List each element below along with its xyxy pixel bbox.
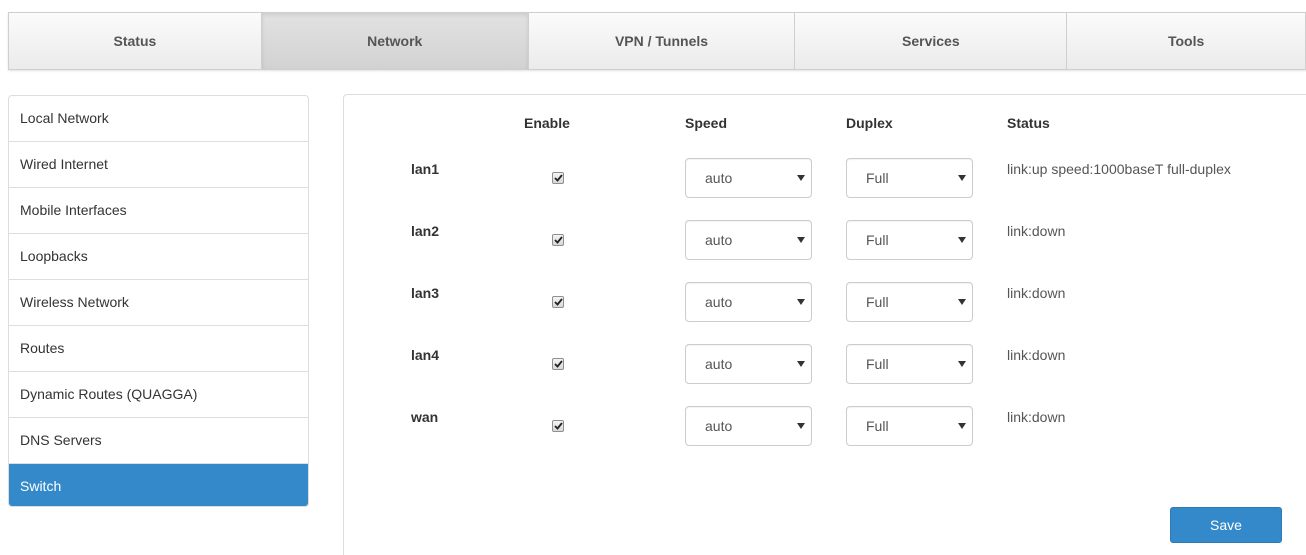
link-status: link:down [1007, 347, 1066, 363]
tab-vpn-tunnels[interactable]: VPN / Tunnels [529, 13, 796, 69]
sidebar-menu: Local Network Wired Internet Mobile Inte… [8, 95, 309, 507]
link-status: link:up speed:1000baseT full-duplex [1007, 161, 1231, 177]
speed-select-value: auto [705, 170, 733, 186]
column-header-speed: Speed [685, 115, 728, 131]
port-name: lan1 [411, 161, 440, 177]
dropdown-arrow-icon [958, 423, 966, 429]
column-header-status: Status [1007, 115, 1050, 131]
speed-select[interactable]: auto [685, 158, 812, 198]
sidebar-item-switch[interactable]: Switch [9, 464, 308, 506]
tab-tools[interactable]: Tools [1067, 13, 1306, 69]
sidebar-item-routes[interactable]: Routes [9, 326, 308, 372]
switch-settings-panel: Enable Speed Duplex Status lan1 auto Ful… [343, 94, 1306, 555]
duplex-select-value: Full [866, 356, 889, 372]
enable-checkbox[interactable] [552, 234, 564, 246]
table-row: lan3 auto Full link:down [344, 282, 1306, 322]
duplex-select[interactable]: Full [846, 220, 973, 260]
enable-checkbox[interactable] [552, 172, 564, 184]
top-navigation: Status Network VPN / Tunnels Services To… [8, 12, 1306, 70]
dropdown-arrow-icon [958, 361, 966, 367]
duplex-select[interactable]: Full [846, 158, 973, 198]
table-row: lan4 auto Full link:down [344, 344, 1306, 384]
column-header-duplex: Duplex [846, 115, 893, 131]
dropdown-arrow-icon [797, 299, 805, 305]
duplex-select[interactable]: Full [846, 406, 973, 446]
column-header-enable: Enable [524, 115, 570, 131]
checkmark-icon [553, 298, 563, 306]
speed-select-value: auto [705, 232, 733, 248]
enable-checkbox[interactable] [552, 420, 564, 432]
duplex-select-value: Full [866, 294, 889, 310]
dropdown-arrow-icon [958, 175, 966, 181]
tab-status[interactable]: Status [9, 13, 262, 69]
sidebar-item-wireless-network[interactable]: Wireless Network [9, 280, 308, 326]
dropdown-arrow-icon [958, 237, 966, 243]
duplex-select-value: Full [866, 418, 889, 434]
speed-select-value: auto [705, 356, 733, 372]
sidebar-item-dns-servers[interactable]: DNS Servers [9, 418, 308, 464]
port-name: lan2 [411, 223, 440, 239]
speed-select-value: auto [705, 418, 733, 434]
port-name: lan3 [411, 285, 440, 301]
router-config-page: Status Network VPN / Tunnels Services To… [0, 0, 1306, 555]
dropdown-arrow-icon [797, 361, 805, 367]
link-status: link:down [1007, 223, 1066, 239]
speed-select[interactable]: auto [685, 220, 812, 260]
sidebar-item-wired-internet[interactable]: Wired Internet [9, 142, 308, 188]
checkmark-icon [553, 422, 563, 430]
table-row: wan auto Full link:down [344, 406, 1306, 446]
port-name: wan [411, 409, 439, 425]
speed-select[interactable]: auto [685, 406, 812, 446]
table-row: lan2 auto Full link:down [344, 220, 1306, 260]
duplex-select[interactable]: Full [846, 344, 973, 384]
dropdown-arrow-icon [958, 299, 966, 305]
checkmark-icon [553, 174, 563, 182]
dropdown-arrow-icon [797, 423, 805, 429]
link-status: link:down [1007, 409, 1066, 425]
duplex-select[interactable]: Full [846, 282, 973, 322]
table-row: lan1 auto Full link:up speed:1000baseT f… [344, 158, 1306, 198]
link-status: link:down [1007, 285, 1066, 301]
speed-select[interactable]: auto [685, 344, 812, 384]
checkmark-icon [553, 360, 563, 368]
tab-network[interactable]: Network [261, 13, 529, 69]
enable-checkbox[interactable] [552, 296, 564, 308]
tab-services[interactable]: Services [795, 13, 1068, 69]
sidebar-item-dynamic-routes[interactable]: Dynamic Routes (QUAGGA) [9, 372, 308, 418]
sidebar-item-mobile-interfaces[interactable]: Mobile Interfaces [9, 188, 308, 234]
save-button[interactable]: Save [1170, 507, 1282, 543]
speed-select-value: auto [705, 294, 733, 310]
dropdown-arrow-icon [797, 237, 805, 243]
duplex-select-value: Full [866, 232, 889, 248]
enable-checkbox[interactable] [552, 358, 564, 370]
speed-select[interactable]: auto [685, 282, 812, 322]
dropdown-arrow-icon [797, 175, 805, 181]
checkmark-icon [553, 236, 563, 244]
sidebar-item-local-network[interactable]: Local Network [9, 96, 308, 142]
duplex-select-value: Full [866, 170, 889, 186]
port-name: lan4 [411, 347, 440, 363]
sidebar-item-loopbacks[interactable]: Loopbacks [9, 234, 308, 280]
